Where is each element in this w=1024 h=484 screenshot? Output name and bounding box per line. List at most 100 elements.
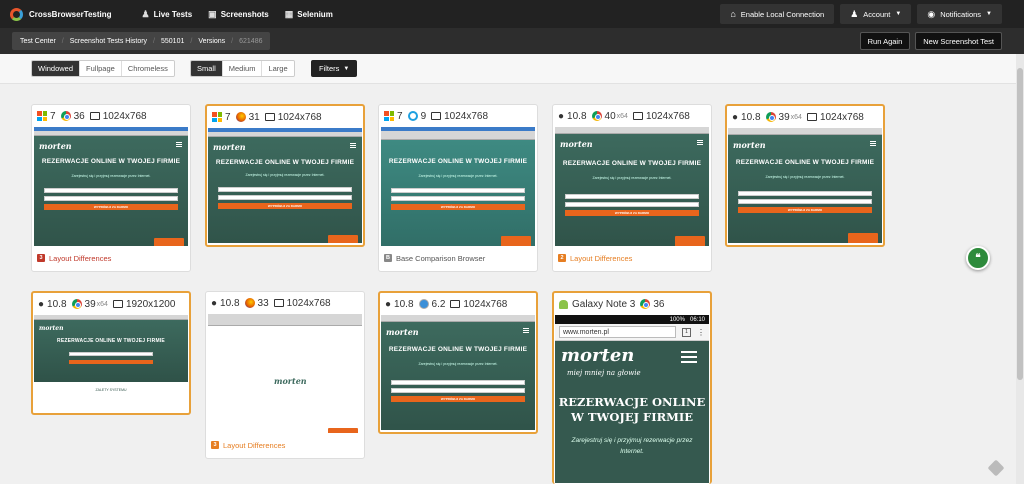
screenshot-card[interactable]: 7 31 1024x768 morten REZERWACJE ONLINE W… [205, 104, 365, 247]
screenshot-card[interactable]: ● 10.8 6.2 1024x768 morten REZERWACJE ON… [378, 291, 538, 434]
safari-icon [418, 299, 429, 309]
chrome-icon [591, 111, 602, 121]
screenshot-card[interactable]: Galaxy Note 3 36 100% 06:10 www.morten.p… [552, 291, 712, 484]
feedback-icon[interactable] [987, 459, 1005, 477]
windows-icon [384, 111, 394, 121]
apple-icon: ● [38, 298, 45, 310]
breadcrumb-history[interactable]: Screenshot Tests History [70, 38, 147, 45]
page-scrollbar[interactable] [1016, 54, 1024, 484]
account-menu[interactable]: ♟ Account ▼ [840, 4, 912, 24]
card-header: 7 9 1024x768 [379, 105, 537, 127]
breadcrumb-test-center[interactable]: Test Center [20, 38, 56, 45]
bell-icon: ◉ [927, 8, 936, 19]
screenshot-thumbnail[interactable]: REZERWACJE ONLINE W TWOJEJ FIRMIE Zareje… [381, 127, 535, 246]
battery-level: 100% [669, 316, 685, 323]
card-footer[interactable]: 2 Layout Differences [553, 246, 711, 270]
nav-screenshots[interactable]: ▣ Screenshots [208, 9, 269, 20]
site-input [391, 388, 525, 393]
nav-live-tests-label: Live Tests [153, 9, 193, 19]
internet-explorer-icon [407, 111, 418, 121]
screenshot-card[interactable]: ● 10.8 39 x64 1920x1200 morten REZERWACJ… [31, 291, 191, 415]
screenshot-thumbnail[interactable]: 100% 06:10 www.morten.pl 1 ⋮ morten miej… [555, 315, 709, 483]
screenshot-thumbnail[interactable]: morten REZERWACJE ONLINE W TWOJEJ FIRMIE… [728, 128, 882, 243]
screenshot-card[interactable]: ● 10.8 33 1024x768 morten 3 Layout Diffe… [205, 291, 365, 459]
browser-arch: x64 [616, 112, 628, 120]
size-small-button[interactable]: Small [191, 61, 223, 76]
card-header: Galaxy Note 3 36 [554, 293, 710, 315]
browser-version: 9 [420, 110, 427, 122]
screenshot-thumbnail[interactable]: morten REZERWACJE ONLINE W TWOJEJ FIRMIE… [34, 127, 188, 246]
url-field: www.morten.pl [559, 326, 676, 338]
monitor-icon [89, 112, 100, 120]
site-tagline: Zarejestruj się i przyjmuj rezerwacje pr… [592, 176, 672, 180]
os-version: 10.8 [741, 111, 761, 123]
screenshot-card[interactable]: 7 36 1024x768 morten REZERWACJE ONLINE W… [31, 104, 191, 272]
site-tagline: Zarejestruj się i przyjmuj rezerwacje pr… [245, 173, 325, 177]
resolution: 1024x768 [444, 110, 489, 122]
scrollbar-thumb[interactable] [1017, 68, 1023, 380]
site-input [391, 196, 525, 201]
site-popup [328, 235, 358, 243]
footer-label: Layout Differences [49, 253, 112, 263]
chrome-icon [765, 112, 776, 122]
enable-local-connection-button[interactable]: ⌂ Enable Local Connection [720, 4, 835, 24]
screenshot-card[interactable]: ● 10.8 40 x64 1024x768 morten REZERWACJE… [552, 104, 712, 272]
chat-quote-icon[interactable]: ❝ [966, 246, 990, 270]
breadcrumb-separator: / [153, 37, 155, 45]
difference-count-badge: 2 [558, 254, 566, 262]
site-slogan: miej mniej na głowie [567, 369, 641, 377]
screenshot-card[interactable]: ● 10.8 39 x64 1024x768 morten REZERWACJE… [725, 104, 885, 247]
nav-selenium[interactable]: ▦ Selenium [285, 9, 333, 20]
apple-icon: ● [211, 297, 218, 309]
screenshot-thumbnail[interactable]: morten REZERWACJE ONLINE W TWOJEJ FIRMIE… [381, 315, 535, 430]
windows-icon [212, 112, 222, 122]
card-header: ● 10.8 39 x64 1920x1200 [33, 293, 189, 315]
mobile-url-bar: www.morten.pl 1 ⋮ [555, 324, 709, 341]
breadcrumb-versions[interactable]: Versions [198, 38, 225, 45]
screenshot-thumbnail[interactable]: morten REZERWACJE ONLINE W TWOJEJ FIRMIE… [208, 128, 362, 243]
site-popup [501, 236, 531, 246]
os-version: 10.8 [567, 110, 587, 122]
screenshot-card[interactable]: 7 9 1024x768 REZERWACJE ONLINE W TWOJEJ … [378, 104, 538, 272]
base-browser-badge: B [384, 254, 392, 262]
site-popup [328, 428, 358, 433]
os-version: 10.8 [220, 297, 240, 309]
nav-right-group: ⌂ Enable Local Connection ♟ Account ▼ ◉ … [720, 4, 1002, 24]
monitor-icon [264, 113, 275, 121]
footer-label: Layout Differences [570, 253, 633, 263]
layout-chromeless-button[interactable]: Chromeless [121, 61, 174, 76]
site-logo: morten [39, 141, 72, 151]
site-headline: REZERWACJE ONLINE W TWOJEJ FIRMIE [735, 159, 875, 166]
site-input [565, 194, 699, 199]
layout-windowed-button[interactable]: Windowed [32, 61, 81, 76]
breadcrumb-test-id[interactable]: 550101 [161, 38, 184, 45]
site-headline: REZERWACJE ONLINE W TWOJEJ FIRMIE [57, 338, 165, 344]
apple-icon: ● [558, 110, 565, 122]
notifications-menu[interactable]: ◉ Notifications ▼ [917, 4, 1002, 24]
nav-live-tests[interactable]: ♟ Live Tests [142, 9, 193, 20]
brand[interactable]: CrossBrowserTesting [10, 7, 112, 21]
size-medium-button[interactable]: Medium [222, 61, 263, 76]
browser-version: 39 [778, 111, 790, 123]
card-footer[interactable]: 3 Layout Differences [206, 433, 364, 457]
monitor-icon [431, 112, 442, 120]
user-icon: ♟ [141, 8, 150, 19]
screenshot-thumbnail[interactable]: morten REZERWACJE ONLINE W TWOJEJ FIRMIE… [34, 315, 188, 411]
new-screenshot-test-button[interactable]: New Screenshot Test [915, 32, 1002, 50]
screenshot-thumbnail[interactable]: morten [208, 314, 362, 433]
resolution: 1024x768 [102, 110, 147, 122]
size-toggle: Small Medium Large [190, 60, 295, 77]
size-large-button[interactable]: Large [262, 61, 294, 76]
filters-dropdown[interactable]: Filters ▼ [311, 60, 358, 77]
layout-fullpage-button[interactable]: Fullpage [80, 61, 122, 76]
card-footer[interactable]: B Base Comparison Browser [379, 246, 537, 270]
site-input [69, 352, 153, 356]
run-again-button[interactable]: Run Again [859, 32, 911, 50]
hamburger-icon [697, 140, 703, 145]
card-footer[interactable]: 3 Layout Differences [32, 246, 190, 270]
site-popup [675, 236, 705, 246]
site-logo: morten [561, 345, 635, 366]
hamburger-icon [523, 328, 529, 333]
site-headline: REZERWACJE ONLINE W TWOJEJ FIRMIE [388, 346, 528, 353]
screenshot-thumbnail[interactable]: morten REZERWACJE ONLINE W TWOJEJ FIRMIE… [555, 127, 709, 246]
